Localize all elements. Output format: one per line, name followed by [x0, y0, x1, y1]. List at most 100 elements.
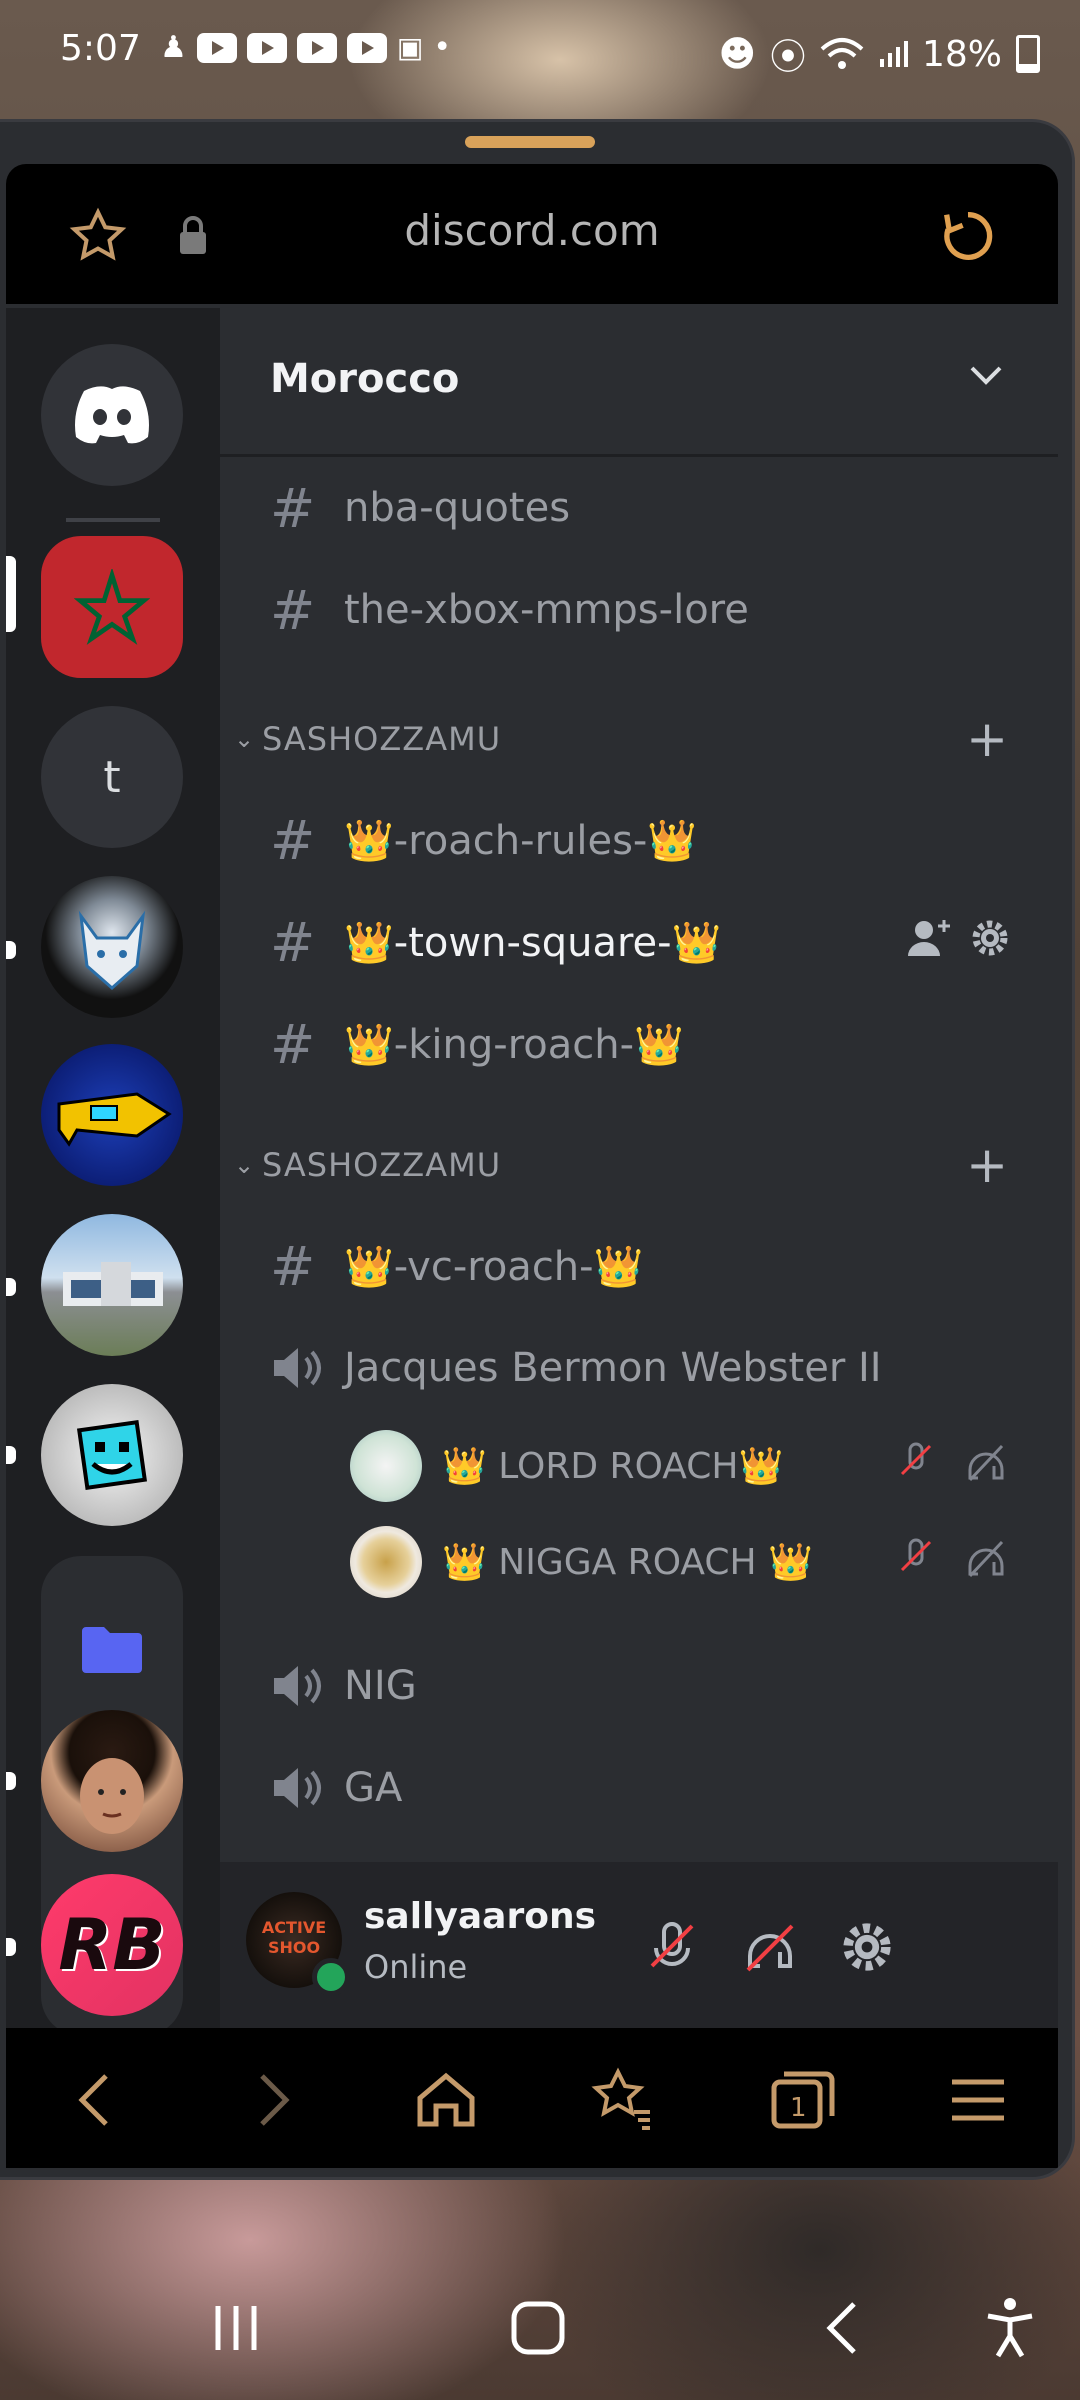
server-icon-morocco[interactable] [41, 536, 183, 678]
person-icon: ♟ [160, 30, 187, 65]
reload-icon[interactable] [936, 204, 1000, 268]
deafen-button[interactable] [742, 1918, 798, 1974]
voice-user-status [896, 1536, 1008, 1580]
server-icon-rb[interactable]: RB [41, 1874, 183, 2016]
channel-king-roach[interactable]: # 👑-king-roach-👑 [270, 1004, 684, 1084]
category-name: SASHOZZAMU [262, 720, 502, 758]
battery-percent: 18% [921, 33, 1002, 75]
window-drag-handle[interactable] [465, 136, 595, 148]
server-icon-building[interactable] [41, 1214, 183, 1356]
home-button-icon[interactable] [508, 2300, 568, 2356]
deafened-icon [968, 1444, 1004, 1482]
location-icon: ⦿ [769, 37, 806, 78]
menu-icon[interactable] [938, 2060, 1018, 2140]
hash-icon: # [270, 808, 316, 872]
server-icon-curly-hair[interactable] [41, 1710, 183, 1852]
server-icon-wolf[interactable] [41, 876, 183, 1018]
server-icon-t[interactable]: t [41, 706, 183, 848]
announcement-hash-icon: # [270, 578, 316, 642]
youtube-icon [196, 32, 237, 63]
notification-icons: ♟ ▣ • [160, 30, 451, 65]
building-icon [63, 1262, 163, 1306]
voice-user-nigga-roach[interactable]: 👑 NIGGA ROACH 👑 [350, 1522, 813, 1602]
voice-channel-jacques[interactable]: Jacques Bermon Webster II [270, 1328, 882, 1408]
back-icon[interactable] [56, 2060, 136, 2140]
username[interactable]: sallyaarons [364, 1896, 596, 1937]
hash-icon: # [270, 1234, 316, 1298]
unread-indicator [6, 1278, 16, 1296]
voicemail-icon: ▣ [396, 31, 424, 64]
category-header[interactable]: ⌄ SASHOZZAMU [234, 1146, 501, 1184]
avatar [350, 1430, 422, 1502]
channel-name: 👑-town-square-👑 [344, 919, 722, 966]
voice-user-name: 👑 NIGGA ROACH 👑 [442, 1542, 813, 1583]
mute-mic-button[interactable] [646, 1918, 698, 1974]
category-name: SASHOZZAMU [262, 1146, 502, 1184]
channel-the-xbox-mmps-lore[interactable]: # the-xbox-mmps-lore [270, 570, 749, 650]
browser-window: discord.com t RB Morocco # nba-quotes # … [0, 122, 1072, 2177]
muted-mic-icon [900, 1538, 932, 1572]
bookmarks-icon[interactable] [582, 2060, 662, 2140]
channel-name: GA [344, 1765, 403, 1811]
back-button-icon[interactable] [818, 2300, 868, 2356]
smiley-icon: ☻ [718, 33, 756, 75]
gear-icon[interactable] [970, 918, 1010, 958]
speaker-icon [274, 1768, 321, 1808]
hash-icon: # [270, 910, 316, 974]
folder-icon [82, 1627, 142, 1673]
speaker-icon [274, 1348, 321, 1388]
voice-user-lord-roach[interactable]: 👑 LORD ROACH👑 [350, 1426, 783, 1506]
channel-name: Jacques Bermon Webster II [344, 1345, 882, 1391]
folder-button[interactable] [41, 1578, 183, 1720]
muted-mic-icon [900, 1442, 932, 1476]
category-header[interactable]: ⌄ SASHOZZAMU [234, 720, 501, 758]
voice-user-name: 👑 LORD ROACH👑 [442, 1446, 784, 1487]
channel-town-square[interactable]: # 👑-town-square-👑 [270, 902, 721, 982]
status-bar: 5:07 ♟ ▣ • ☻ ⦿ 18% [0, 0, 1080, 100]
channel-vc-roach[interactable]: # 👑-vc-roach-👑 [270, 1226, 643, 1306]
hash-icon: # [270, 1012, 316, 1076]
rb-text: RB [58, 1904, 166, 1986]
server-list: t RB [6, 308, 220, 2036]
home-icon[interactable] [406, 2060, 486, 2140]
unread-indicator [6, 1446, 16, 1464]
cube-face-icon [76, 1419, 148, 1491]
unread-indicator [6, 941, 16, 959]
discord-home-button[interactable] [41, 344, 183, 486]
browser-toolbar: 1 [6, 2028, 1058, 2168]
speaker-icon [274, 1666, 321, 1706]
svg-text:1: 1 [790, 2093, 807, 2123]
voice-user-status [896, 1440, 1008, 1484]
url-text[interactable]: discord.com [6, 206, 1058, 255]
rocket-ship-icon [57, 1092, 172, 1147]
recent-apps-icon[interactable] [208, 2300, 264, 2356]
category-chevron-icon: ⌄ [234, 725, 256, 753]
settings-gear-icon[interactable] [840, 1920, 894, 1974]
server-icon-geometry-ship[interactable] [41, 1044, 183, 1186]
forward-icon[interactable] [232, 2060, 312, 2140]
add-channel-icon[interactable]: + [966, 1136, 1008, 1194]
server-divider [66, 518, 160, 522]
youtube-icon [246, 32, 287, 63]
invite-user-icon[interactable] [906, 916, 954, 960]
voice-channel-ga[interactable]: GA [270, 1748, 402, 1828]
channel-roach-rules[interactable]: # 👑-roach-rules-👑 [270, 800, 697, 880]
add-channel-icon[interactable]: + [966, 710, 1008, 768]
wifi-icon [820, 38, 864, 69]
chevron-down-icon[interactable] [968, 364, 1004, 388]
unread-indicator [6, 1938, 16, 1956]
deafened-icon [968, 1540, 1004, 1578]
channel-list: Morocco # nba-quotes # the-xbox-mmps-lor… [220, 308, 1058, 2028]
url-bar: discord.com [6, 164, 1058, 304]
tabs-icon[interactable]: 1 [762, 2060, 842, 2140]
accessibility-icon[interactable] [982, 2296, 1038, 2360]
voice-channel-nig[interactable]: NIG [270, 1646, 417, 1726]
unread-indicator [6, 1772, 16, 1790]
channel-nba-quotes[interactable]: # nba-quotes [270, 468, 570, 548]
status-time: 5:07 [60, 28, 141, 69]
channel-name: nba-quotes [344, 485, 571, 531]
server-icon-geometry-cube[interactable] [41, 1384, 183, 1526]
system-status-icons: ☻ ⦿ 18% [718, 28, 1040, 80]
server-header[interactable]: Morocco [220, 308, 1058, 457]
selected-server-indicator [6, 556, 16, 632]
